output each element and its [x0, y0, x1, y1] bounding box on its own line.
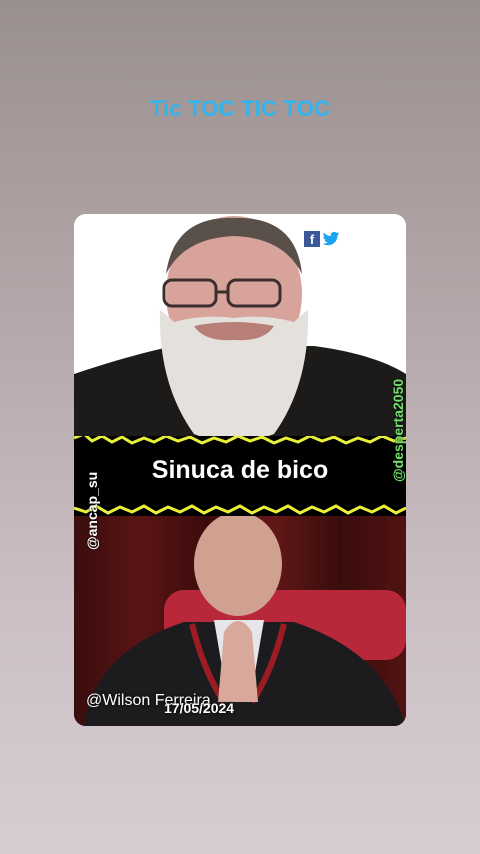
facebook-icon[interactable]: f [304, 231, 320, 247]
handle-right-label: @desperta2050 [390, 378, 406, 482]
video-card[interactable]: f Sinuca de bico @ancap_su @desperta2050… [74, 214, 406, 726]
top-video-frame: f [74, 214, 406, 454]
handle-left-label: @ancap_su [84, 471, 100, 550]
band-title: Sinuca de bico [151, 456, 329, 484]
share-icons[interactable]: f [304, 231, 340, 247]
story-title: Tic TOC TIC TOC [149, 96, 331, 121]
bearded-man-image [74, 214, 406, 454]
title-band: Sinuca de bico [74, 436, 406, 516]
twitter-icon[interactable] [322, 231, 340, 247]
date-label: 17/05/2024 [164, 700, 235, 716]
